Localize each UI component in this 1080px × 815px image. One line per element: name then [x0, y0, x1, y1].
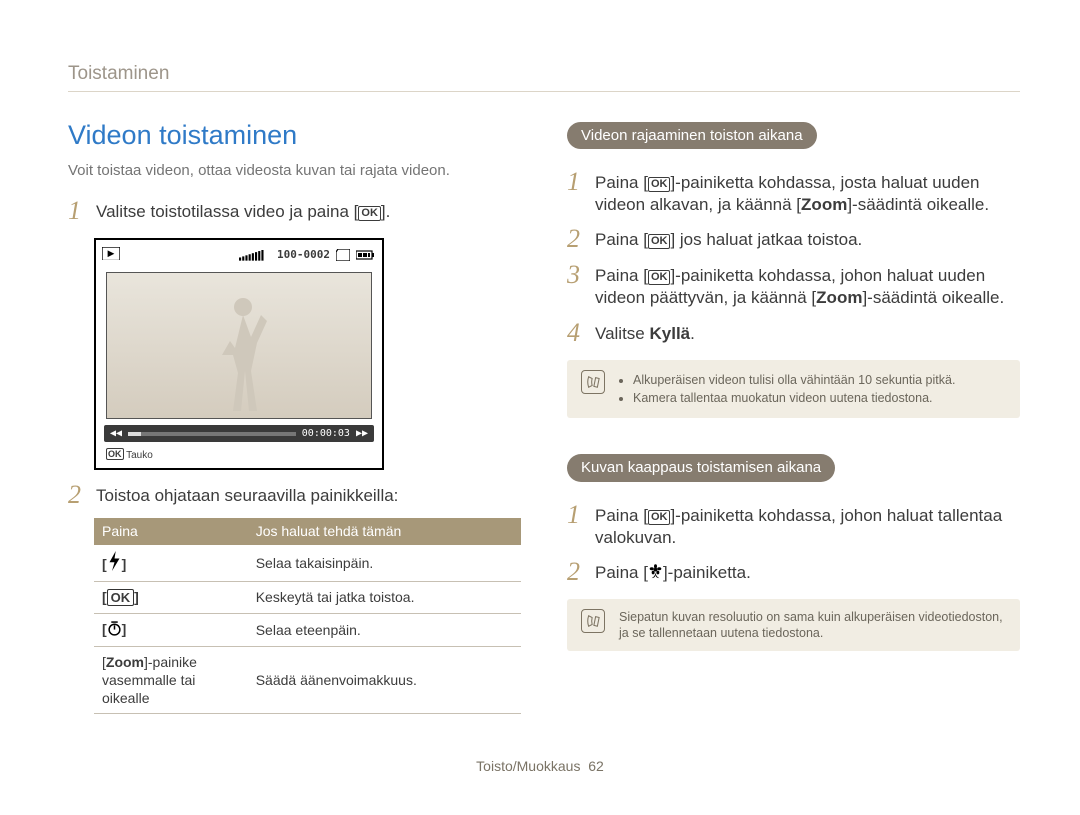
ok-icon: OK	[106, 448, 124, 460]
section-heading-trim: Videon rajaaminen toiston aikana	[567, 122, 817, 150]
flash-icon	[107, 551, 122, 575]
table-cell: [OK]	[94, 581, 248, 613]
step-number: 2	[68, 482, 96, 508]
pause-label: Tauko	[126, 450, 153, 461]
step-2-text: Toistoa ohjataan seuraavilla painikkeill…	[96, 482, 521, 507]
trim-step-4: Valitse Kyllä.	[595, 320, 1020, 345]
note-item: Kamera tallentaa muokatun videon uutena …	[633, 390, 955, 406]
left-column: Videon toistaminen Voit toistaa videon, …	[68, 118, 521, 715]
table-cell: []	[94, 613, 248, 646]
note-icon	[581, 370, 605, 394]
forward-icon: ▶▶	[356, 427, 368, 440]
sd-card-icon	[336, 249, 350, 261]
ok-icon: OK	[648, 234, 671, 249]
trim-step-2: Paina [OK] jos haluat jatkaa toistoa.	[595, 226, 1020, 251]
table-cell: []	[94, 545, 248, 582]
step-number: 3	[567, 262, 595, 288]
note-box: Siepatun kuvan resoluutio on sama kuin a…	[567, 599, 1020, 652]
controls-table: Paina Jos haluat tehdä tämän [] Selaa ta…	[94, 518, 521, 714]
note-box: Alkuperäisen videon tulisi olla vähintää…	[567, 360, 1020, 419]
camera-screenshot: 100-0002 ◀◀	[94, 238, 384, 470]
trim-step-3: Paina [OK]-painiketta kohdassa, johon ha…	[595, 262, 1020, 309]
trim-step-1: Paina [OK]-painiketta kohdassa, josta ha…	[595, 169, 1020, 216]
timer-icon	[107, 621, 122, 640]
section-heading-capture: Kuvan kaappaus toistamisen aikana	[567, 454, 835, 482]
step-number: 1	[68, 198, 96, 224]
table-header-action: Jos haluat tehdä tämän	[248, 518, 521, 544]
file-counter: 100-0002	[277, 248, 330, 262]
table-cell: Selaa takaisinpäin.	[248, 545, 521, 582]
table-header-press: Paina	[94, 518, 248, 544]
chapter-title: Toistaminen	[68, 62, 1020, 92]
ok-icon: OK	[648, 270, 671, 285]
capture-step-1: Paina [OK]-painiketta kohdassa, johon ha…	[595, 502, 1020, 549]
note-icon	[581, 609, 605, 633]
table-cell: [Zoom]-painike vasemmalle tai oikealle	[94, 646, 248, 714]
playback-time: 00:00:03	[302, 427, 350, 440]
capture-step-2: Paina []-painiketta.	[595, 559, 1020, 584]
step-number: 2	[567, 226, 595, 252]
step-number: 4	[567, 320, 595, 346]
note-item: Alkuperäisen videon tulisi olla vähintää…	[633, 372, 955, 388]
battery-icon	[356, 250, 376, 260]
table-cell: Säädä äänenvoimakkuus.	[248, 646, 521, 714]
ok-icon: OK	[648, 510, 671, 525]
rewind-icon: ◀◀	[110, 427, 122, 440]
step-number: 1	[567, 502, 595, 528]
step-1-text: Valitse toistotilassa video ja paina [OK…	[96, 198, 521, 223]
page-title: Videon toistaminen	[68, 118, 521, 153]
play-mode-icon	[102, 244, 120, 266]
table-cell: Keskeytä tai jatka toistoa.	[248, 581, 521, 613]
macro-flower-icon	[648, 565, 663, 578]
ok-icon: OK	[107, 589, 135, 606]
step-number: 1	[567, 169, 595, 195]
person-silhouette	[213, 293, 273, 413]
subtitle: Voit toistaa videon, ottaa videosta kuva…	[68, 161, 521, 181]
table-cell: Selaa eteenpäin.	[248, 613, 521, 646]
ok-icon: OK	[648, 177, 671, 192]
progress-bar	[128, 432, 296, 436]
volume-bars-icon	[239, 250, 271, 261]
right-column: Videon rajaaminen toiston aikana 1 Paina…	[567, 118, 1020, 715]
step-number: 2	[567, 559, 595, 585]
ok-icon: OK	[358, 206, 381, 221]
note-text: Siepatun kuvan resoluutio on sama kuin a…	[619, 609, 1006, 642]
page-footer: Toisto/Muokkaus 62	[0, 757, 1080, 775]
